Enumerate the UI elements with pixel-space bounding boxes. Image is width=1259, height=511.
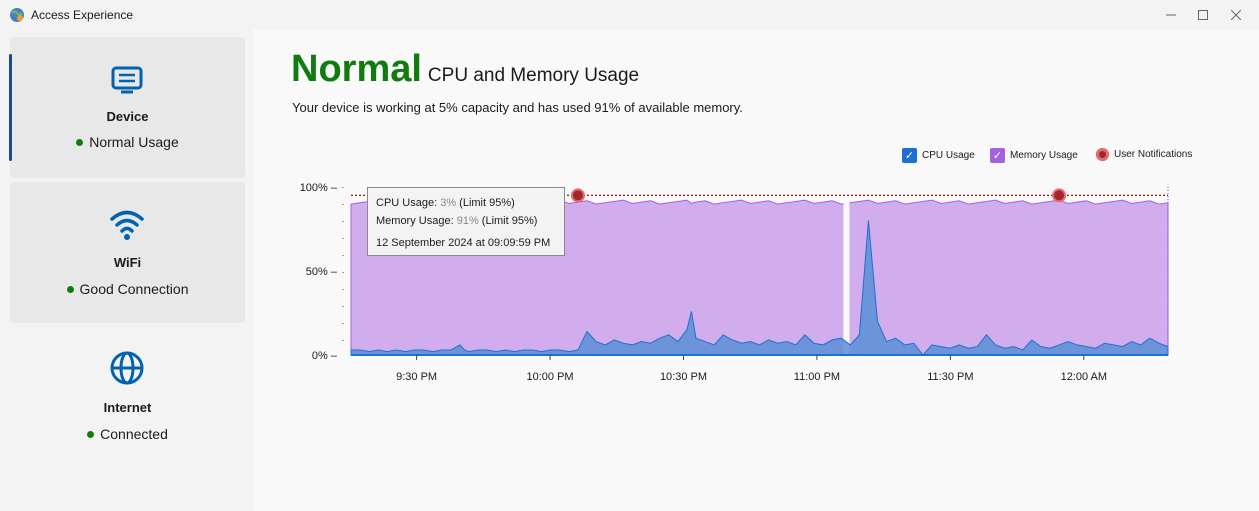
tooltip-timestamp: 12 September 2024 at 09:09:59 PM	[376, 237, 551, 249]
app-globe-icon	[10, 8, 24, 22]
window-title: Access Experience	[31, 8, 134, 22]
legend-notifications[interactable]: User Notifications	[1096, 148, 1192, 161]
sidebar-item-internet[interactable]: Internet Connected	[10, 327, 245, 468]
legend-memory[interactable]: ✓ Memory Usage	[990, 148, 1078, 163]
page-title: Normal CPU and Memory Usage	[291, 48, 639, 91]
x-tick-label: 12:00 AM	[1061, 371, 1107, 383]
sidebar-item-status: Good Connection	[10, 281, 245, 297]
usage-summary: Your device is working at 5% capacity an…	[292, 100, 743, 115]
data-gap-band	[843, 183, 850, 355]
title-bar: Access Experience	[0, 0, 1259, 30]
status-dot	[76, 138, 84, 146]
heading: CPU and Memory Usage	[427, 65, 640, 86]
status-dot	[66, 285, 74, 293]
close-icon	[1231, 10, 1241, 20]
sidebar-item-label: WiFi	[113, 255, 142, 270]
tooltip-cpu: CPU Usage: 3% (Limit 95%)	[376, 197, 515, 209]
tooltip-memory: Memory Usage: 91% (Limit 95%)	[376, 215, 538, 227]
notification-marker	[570, 188, 585, 203]
sidebar-item-status: Normal Usage	[10, 134, 245, 150]
x-tick-label: 10:30 PM	[660, 371, 707, 383]
globe-icon	[110, 351, 144, 385]
notification-marker	[1052, 188, 1067, 203]
legend-label: Memory Usage	[1010, 150, 1078, 161]
sidebar: Device Normal Usage WiFi Good Connection…	[0, 30, 252, 511]
main-panel: Normal CPU and Memory Usage Your device i…	[253, 30, 1259, 511]
maximize-icon	[1198, 10, 1208, 20]
sidebar-item-label: Internet	[103, 400, 152, 415]
notification-dot-icon	[1096, 148, 1109, 161]
x-tick-label: 11:30 PM	[927, 371, 973, 383]
x-tick-label: 9:30 PM	[396, 371, 437, 383]
legend-label: User Notifications	[1114, 149, 1193, 160]
sidebar-item-wifi[interactable]: WiFi Good Connection	[10, 182, 245, 323]
sidebar-item-status: Connected	[10, 426, 245, 442]
x-tick-label: 11:00 PM	[794, 371, 840, 383]
legend-label: CPU Usage	[922, 150, 975, 161]
sidebar-item-device[interactable]: Device Normal Usage	[9, 37, 245, 178]
x-tick-label: 10:00 PM	[527, 371, 574, 383]
legend-cpu[interactable]: ✓ CPU Usage	[902, 148, 975, 163]
monitor-icon	[111, 66, 143, 94]
status-word: Normal	[291, 48, 422, 90]
y-tick-label: 50% –	[306, 266, 338, 278]
checkbox-icon: ✓	[990, 148, 1005, 163]
close-button[interactable]	[1213, 0, 1259, 30]
wifi-icon	[110, 210, 144, 240]
minimize-icon	[1166, 14, 1176, 16]
y-tick-label: 0% –	[312, 350, 338, 362]
chart-tooltip: CPU Usage: 3% (Limit 95%) Memory Usage: …	[367, 187, 565, 256]
status-dot	[87, 430, 95, 438]
y-tick-label: 100% –	[300, 182, 338, 194]
checkbox-icon: ✓	[902, 148, 917, 163]
sidebar-item-label: Device	[106, 109, 149, 124]
